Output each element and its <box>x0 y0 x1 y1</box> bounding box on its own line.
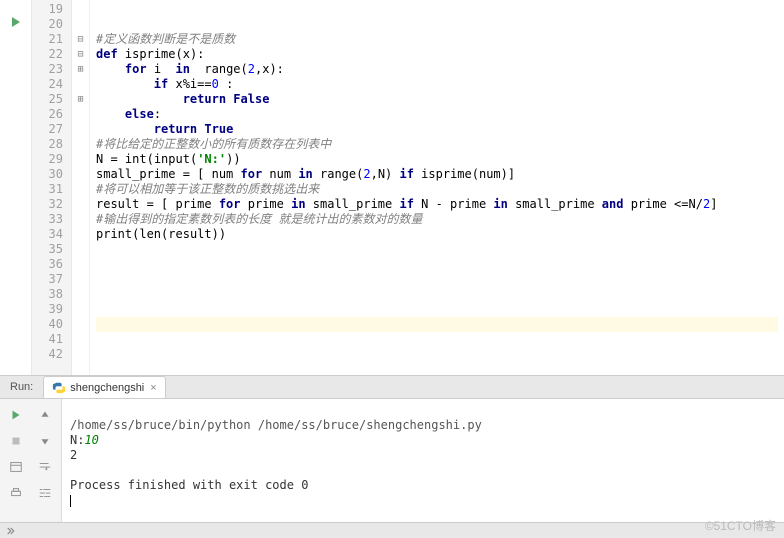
code-line[interactable]: return True <box>96 122 778 137</box>
code-line[interactable] <box>96 17 778 32</box>
run-tool-window: Run: shengchengshi × /home/ss/bruce/bin/… <box>0 376 784 522</box>
stop-button[interactable] <box>2 429 30 453</box>
code-line[interactable]: print(len(result)) <box>96 227 778 242</box>
output-prompt: N: <box>70 433 84 447</box>
output-command: /home/ss/bruce/bin/python /home/ss/bruce… <box>70 418 482 432</box>
code-line[interactable]: #将比给定的正整数小的所有质数存在列表中 <box>96 137 778 152</box>
code-line[interactable]: small_prime = [ num for num in range(2,N… <box>96 167 778 182</box>
code-line[interactable] <box>96 257 778 272</box>
output-exit-msg: Process finished with exit code 0 <box>70 478 308 492</box>
code-line[interactable] <box>96 317 778 332</box>
scroll-up-button[interactable] <box>32 403 60 427</box>
run-output[interactable]: /home/ss/bruce/bin/python /home/ss/bruce… <box>62 399 784 527</box>
python-icon <box>52 381 66 395</box>
editor-left-gutter <box>0 0 32 375</box>
run-tab-name: shengchengshi <box>70 382 144 394</box>
run-toolbar <box>0 399 62 527</box>
code-line[interactable]: def isprime(x): <box>96 47 778 62</box>
code-line[interactable]: for i in range(2,x): <box>96 62 778 77</box>
filter-button[interactable] <box>32 481 60 505</box>
code-line[interactable] <box>96 242 778 257</box>
close-icon[interactable]: × <box>150 382 156 394</box>
code-line[interactable]: return False <box>96 92 778 107</box>
wrap-button[interactable] <box>32 455 60 479</box>
code-line[interactable] <box>96 2 778 17</box>
code-line[interactable]: #定义函数判断是不是质数 <box>96 32 778 47</box>
code-line[interactable] <box>96 287 778 302</box>
editor-area: 1920212223242526272829303132333435363738… <box>0 0 784 376</box>
line-number-gutter: 1920212223242526272829303132333435363738… <box>32 0 72 375</box>
code-line[interactable]: else: <box>96 107 778 122</box>
print-button[interactable] <box>2 481 30 505</box>
rerun-button[interactable] <box>2 403 30 427</box>
run-tab[interactable]: shengchengshi × <box>43 376 165 398</box>
chevron-right-icon[interactable] <box>4 525 16 537</box>
code-line[interactable]: result = [ prime for prime in small_prim… <box>96 197 778 212</box>
code-editor[interactable]: #定义函数判断是不是质数def isprime(x): for i in ran… <box>90 0 784 375</box>
run-gutter-icon[interactable] <box>8 14 24 30</box>
fold-gutter[interactable]: ⊟⊟⊞⊞ <box>72 0 90 375</box>
run-header: Run: shengchengshi × <box>0 376 784 399</box>
code-line[interactable] <box>96 302 778 317</box>
output-cursor <box>70 495 71 507</box>
code-line[interactable]: if x%i==0 : <box>96 77 778 92</box>
code-line[interactable] <box>96 332 778 347</box>
code-line[interactable]: #将可以相加等于该正整数的质数挑选出来 <box>96 182 778 197</box>
layout-button[interactable] <box>2 455 30 479</box>
code-line[interactable]: #输出得到的指定素数列表的长度 就是统计出的素数对的数量 <box>96 212 778 227</box>
code-line[interactable] <box>96 347 778 362</box>
watermark: ©51CTO博客 <box>705 517 776 534</box>
run-label: Run: <box>0 381 43 393</box>
scroll-down-button[interactable] <box>32 429 60 453</box>
code-line[interactable]: N = int(input('N:')) <box>96 152 778 167</box>
output-result: 2 <box>70 448 77 462</box>
output-user-input: 10 <box>84 433 98 447</box>
code-line[interactable] <box>96 272 778 287</box>
